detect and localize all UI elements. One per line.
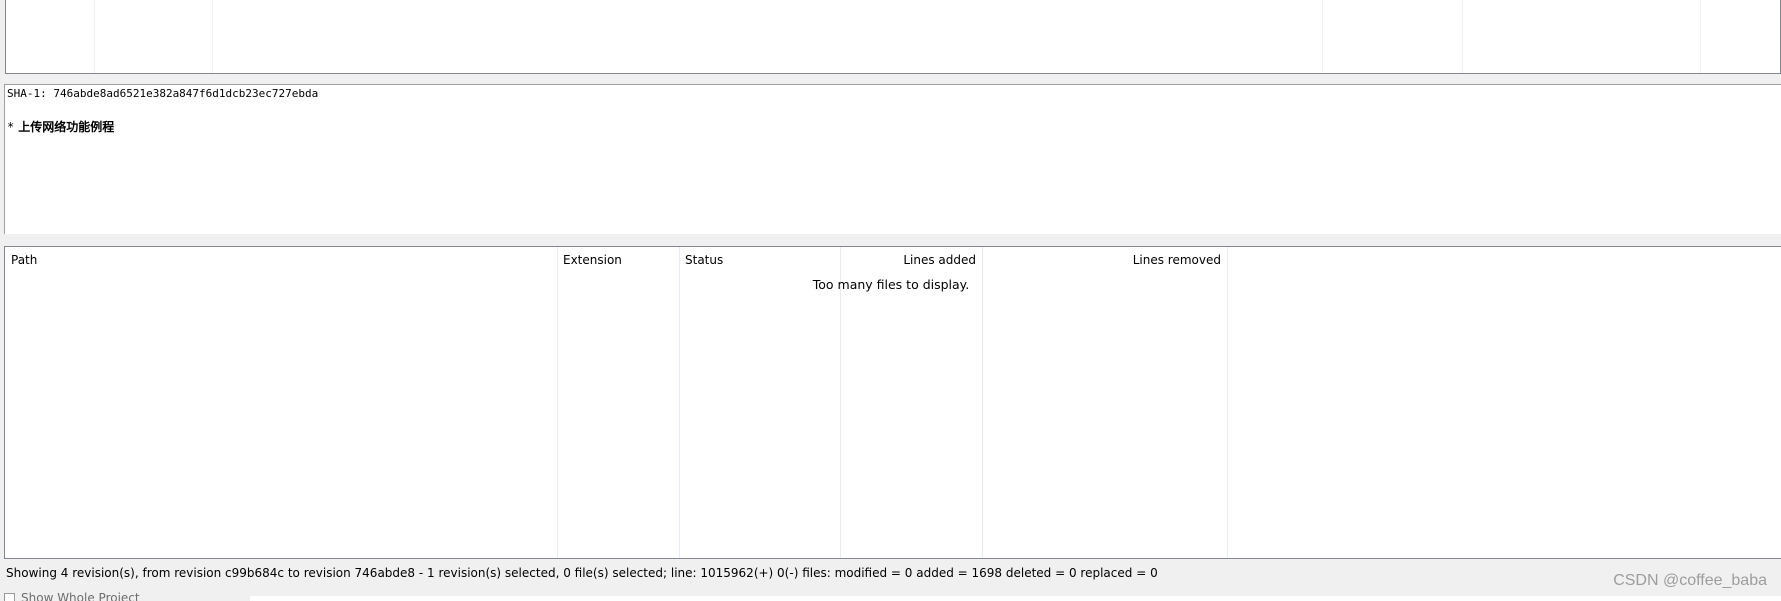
subject-bullet: * (7, 120, 15, 134)
sha-line: SHA-1: 746abde8ad6521e382a847f6d1dcb23ec… (7, 87, 319, 100)
file-list-header: Path Extension Status Lines added Lines … (5, 247, 1781, 273)
revision-column-separator (1700, 0, 1701, 73)
revision-list[interactable] (5, 0, 1781, 74)
options-filler (250, 596, 1781, 601)
commit-subject: * 上传网络功能例程 (7, 119, 1779, 135)
status-bar: Showing 4 revision(s), from revision c99… (6, 566, 1158, 580)
column-header-extension[interactable]: Extension (557, 247, 679, 273)
revision-column-separator (94, 0, 95, 73)
column-separator[interactable] (1227, 247, 1228, 558)
column-header-path[interactable]: Path (5, 247, 557, 273)
commit-message-panel[interactable]: SHA-1: 746abde8ad6521e382a847f6d1dcb23ec… (4, 84, 1781, 234)
options-row: Show Whole Project (0, 590, 1781, 601)
column-separator[interactable] (840, 247, 841, 558)
show-whole-project-label: Show Whole Project (21, 591, 140, 601)
changed-files-list[interactable]: Path Extension Status Lines added Lines … (4, 246, 1781, 559)
revision-column-separator (1462, 0, 1463, 73)
watermark: CSDN @coffee_baba (1613, 572, 1767, 589)
column-separator[interactable] (557, 247, 558, 558)
column-header-status[interactable]: Status (679, 247, 840, 273)
column-separator[interactable] (679, 247, 680, 558)
show-whole-project-option[interactable]: Show Whole Project (4, 591, 140, 601)
subject-text: 上传网络功能例程 (18, 120, 115, 134)
show-whole-project-checkbox[interactable] (4, 592, 15, 601)
revision-column-separator (212, 0, 213, 73)
revision-column-separator (1322, 0, 1323, 73)
empty-list-message: Too many files to display. (812, 277, 970, 292)
panel-splitter[interactable] (0, 234, 1781, 246)
column-header-lines-removed[interactable]: Lines removed (982, 247, 1227, 273)
column-separator[interactable] (982, 247, 983, 558)
column-header-lines-added[interactable]: Lines added (840, 247, 982, 273)
